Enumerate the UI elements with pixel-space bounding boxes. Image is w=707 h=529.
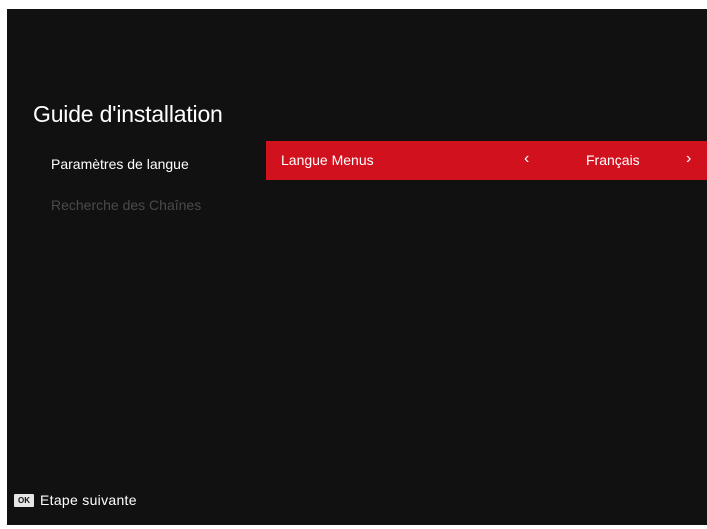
- tv-screen: Guide d'installation Paramètres de langu…: [7, 9, 707, 525]
- next-step-label: Etape suivante: [40, 492, 137, 508]
- ok-key-icon: OK: [14, 493, 34, 507]
- sidebar-item-channel-search[interactable]: Recherche des Chaînes: [51, 197, 201, 213]
- page-title: Guide d'installation: [33, 101, 223, 127]
- menu-language-option[interactable]: Langue Menus ‹ Français ›: [266, 141, 707, 180]
- option-value: Français: [586, 152, 640, 168]
- chevron-right-icon[interactable]: ›: [686, 150, 691, 168]
- chevron-left-icon[interactable]: ‹: [524, 150, 529, 168]
- option-label: Langue Menus: [281, 152, 374, 168]
- sidebar-item-language-settings[interactable]: Paramètres de langue: [51, 156, 189, 172]
- footer-hint: OK Etape suivante: [14, 492, 137, 508]
